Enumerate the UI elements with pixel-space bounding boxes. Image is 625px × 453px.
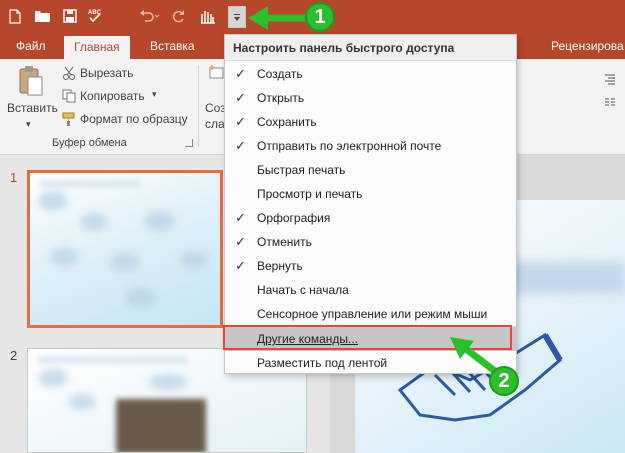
new-slide-icon[interactable] <box>208 64 224 83</box>
tab-insert[interactable]: Вставка <box>150 33 195 59</box>
menu-item-redo[interactable]: ✓ Вернуть <box>225 254 516 278</box>
menu-item-start-from-beginning[interactable]: Начать с начала <box>225 278 516 302</box>
paste-button[interactable]: Вставить <box>7 101 58 115</box>
menu-item-print-preview[interactable]: Просмотр и печать <box>225 182 516 206</box>
menu-item-open[interactable]: ✓ Открыть <box>225 86 516 110</box>
copy-icon <box>62 89 76 106</box>
menu-item-email[interactable]: ✓ Отправить по электронной почте <box>225 134 516 158</box>
menu-item-create[interactable]: ✓ Создать <box>225 62 516 86</box>
menu-title: Настроить панель быстрого доступа <box>225 35 516 61</box>
ribbon-separator <box>198 65 199 147</box>
tab-review[interactable]: Рецензирова <box>551 33 624 59</box>
customize-qat-button[interactable] <box>228 6 246 28</box>
cut-icon <box>62 66 76 83</box>
customize-qat-menu: Настроить панель быстрого доступа ✓ Созд… <box>224 34 517 374</box>
tab-home[interactable]: Главная <box>64 36 130 59</box>
menu-item-quick-print[interactable]: Быстрая печать <box>225 158 516 182</box>
undo-icon[interactable] <box>137 5 161 27</box>
new-slide-label-line2[interactable]: сла <box>205 117 225 131</box>
menu-item-undo[interactable]: ✓ Отменить <box>225 230 516 254</box>
slide-number: 1 <box>10 170 18 185</box>
clipboard-group-label: Буфер обмена <box>52 137 127 149</box>
slide-number: 2 <box>10 348 18 363</box>
step-1-badge: 1 <box>305 2 335 32</box>
check-icon: ✓ <box>235 234 246 249</box>
slide-thumbnail-1[interactable] <box>27 170 223 328</box>
touch-mode-icon[interactable] <box>197 5 219 27</box>
format-painter-button[interactable]: Формат по образцу <box>80 112 188 126</box>
new-file-icon[interactable] <box>6 5 24 27</box>
spelling-icon[interactable]: ABC <box>85 5 107 27</box>
check-icon: ✓ <box>235 114 246 129</box>
format-painter-icon <box>62 112 76 129</box>
columns-icon[interactable] <box>604 97 616 112</box>
check-icon: ✓ <box>235 138 246 153</box>
redo-icon[interactable] <box>170 5 188 27</box>
slide-title-blurred <box>500 262 625 294</box>
copy-button[interactable]: Копировать <box>80 89 145 103</box>
menu-item-spelling[interactable]: ✓ Орфография <box>225 206 516 230</box>
menu-item-touch-mouse-mode[interactable]: Сенсорное управление или режим мыши <box>225 302 516 326</box>
check-icon: ✓ <box>235 258 246 273</box>
open-folder-icon[interactable] <box>32 5 54 27</box>
save-icon[interactable] <box>60 5 80 27</box>
copy-dropdown-icon[interactable]: ▾ <box>152 89 157 100</box>
clipboard-launcher-icon[interactable] <box>185 139 193 147</box>
check-icon: ✓ <box>235 90 246 105</box>
paste-icon[interactable] <box>18 65 44 97</box>
cut-button[interactable]: Вырезать <box>80 66 133 80</box>
check-icon: ✓ <box>235 210 246 225</box>
align-right-icon[interactable] <box>604 73 616 88</box>
paste-dropdown-icon[interactable]: ▾ <box>26 119 31 130</box>
step-2-badge: 2 <box>489 366 519 396</box>
tab-file[interactable]: Файл <box>16 33 46 59</box>
menu-item-save[interactable]: ✓ Сохранить <box>225 110 516 134</box>
check-icon: ✓ <box>235 66 246 81</box>
